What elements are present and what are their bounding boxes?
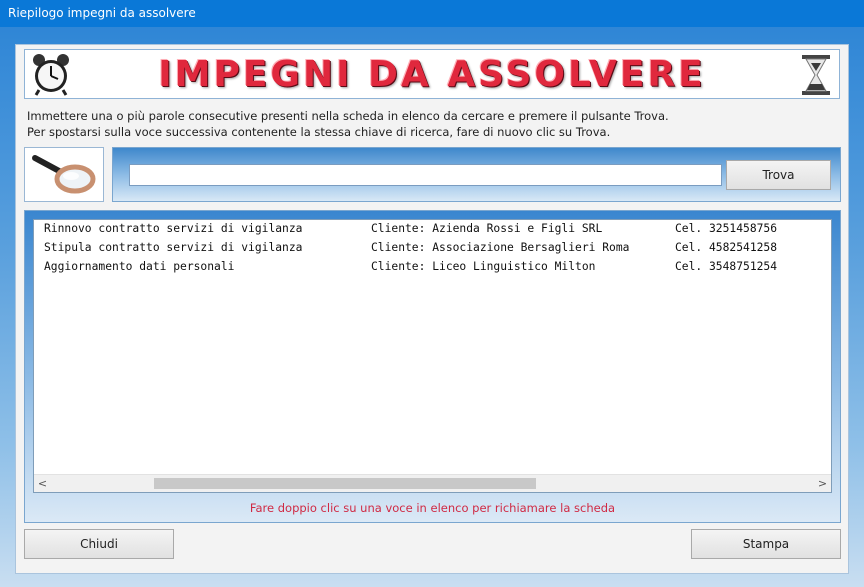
list-item-title: Stipula contratto servizi di vigilanza	[44, 241, 303, 254]
scroll-thumb[interactable]	[154, 478, 536, 489]
list-item-client: Cliente: Associazione Bersaglieri Roma	[371, 241, 630, 254]
instruction-line-1: Immettere una o più parole consecutive p…	[27, 109, 669, 123]
results-listbox[interactable]: Rinnovo contratto servizi di vigilanza C…	[33, 219, 832, 493]
list-item-client: Cliente: Liceo Linguistico Milton	[371, 260, 596, 273]
list-item[interactable]: Aggiornamento dati personali Cliente: Li…	[44, 258, 829, 276]
print-button[interactable]: Stampa	[691, 529, 841, 559]
list-item-title: Aggiornamento dati personali	[44, 260, 235, 273]
magnifier-icon	[32, 155, 96, 194]
double-click-hint: Fare doppio clic su una voce in elenco p…	[249, 501, 616, 515]
magnifier-box	[24, 147, 104, 202]
hourglass-icon	[802, 55, 830, 95]
scroll-right-arrow[interactable]: >	[814, 475, 831, 492]
list-item-client: Cliente: Azienda Rossi e Figli SRL	[371, 222, 603, 235]
list-item-title: Rinnovo contratto servizi di vigilanza	[44, 222, 303, 235]
window-title: Riepilogo impegni da assolvere	[8, 6, 196, 20]
horizontal-scrollbar[interactable]: < >	[34, 474, 831, 492]
instruction-line-2: Per spostarsi sulla voce successiva cont…	[27, 125, 611, 139]
banner: IMPEGNI DA ASSOLVERE	[24, 49, 840, 99]
window-client-area: IMPEGNI DA ASSOLVERE Immettere una o più…	[0, 27, 864, 587]
main-panel: IMPEGNI DA ASSOLVERE Immettere una o più…	[15, 44, 849, 574]
list-item-phone: Cel. 3548751254	[675, 260, 778, 273]
list-item[interactable]: Stipula contratto servizi di vigilanza C…	[44, 239, 829, 257]
close-button[interactable]: Chiudi	[24, 529, 174, 559]
list-item-phone: Cel. 3251458756	[675, 222, 778, 235]
results-frame: Rinnovo contratto servizi di vigilanza C…	[24, 210, 841, 523]
find-button[interactable]: Trova	[726, 160, 831, 190]
search-input[interactable]	[129, 164, 722, 186]
list-item-phone: Cel. 4582541258	[675, 241, 778, 254]
banner-title: IMPEGNI DA ASSOLVERE	[158, 54, 706, 95]
scroll-left-arrow[interactable]: <	[34, 475, 51, 492]
list-item[interactable]: Rinnovo contratto servizi di vigilanza C…	[44, 220, 829, 238]
window-titlebar: Riepilogo impegni da assolvere	[0, 0, 864, 27]
search-bar: Trova	[112, 147, 841, 202]
